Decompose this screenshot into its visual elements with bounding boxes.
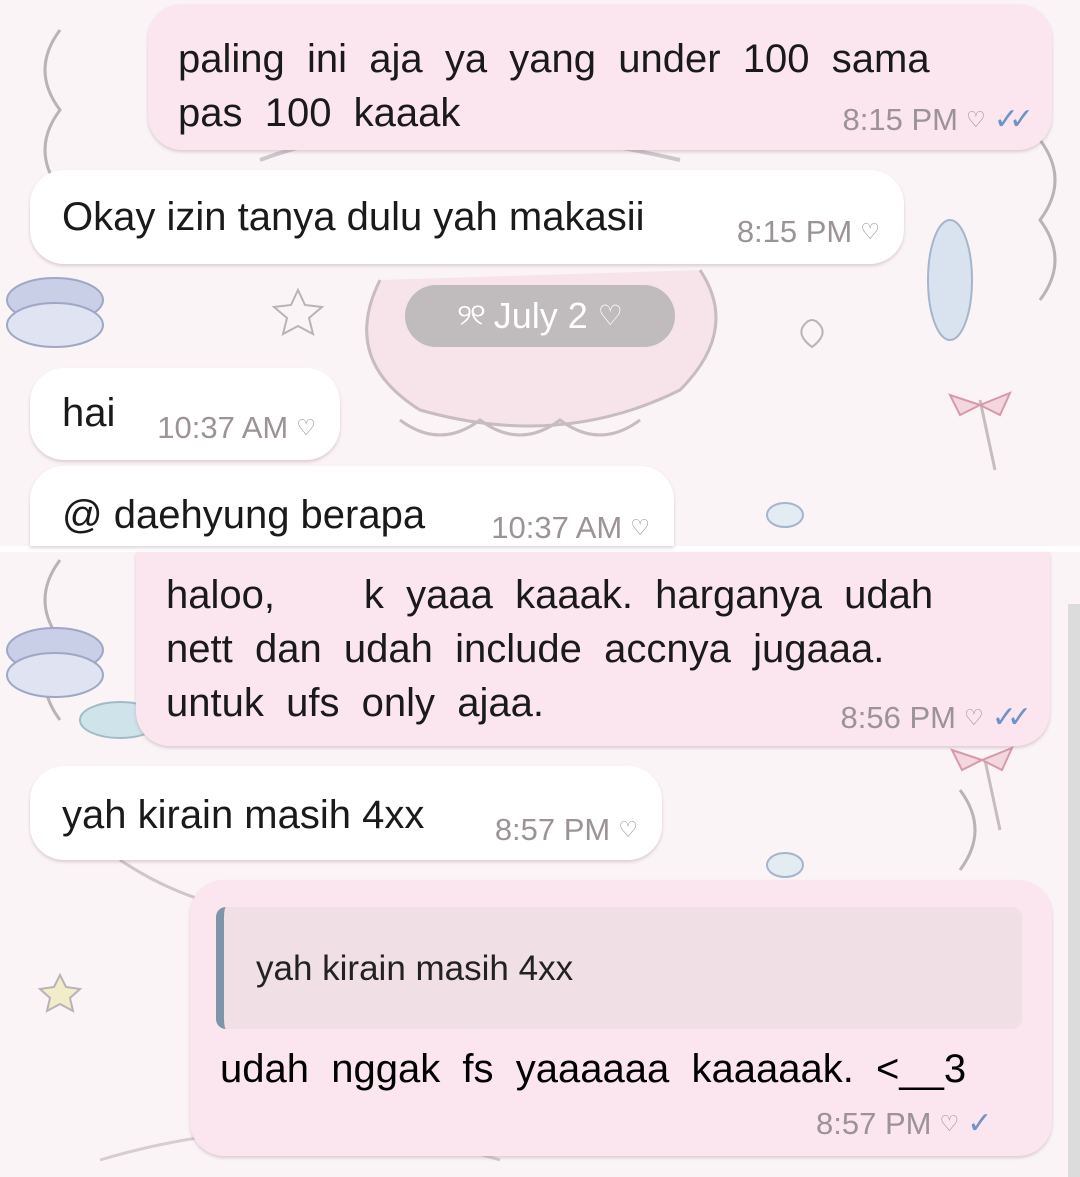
- heart-outline-icon: ♡: [618, 817, 638, 842]
- date-separator-label: July 2: [493, 295, 588, 336]
- message-bubble-outgoing[interactable]: paling ini aja ya yang under 100 sama pa…: [148, 4, 1052, 150]
- message-timestamp: 8:15 PM: [842, 102, 958, 137]
- reply-quote-text: yah kirain masih 4xx: [256, 949, 574, 988]
- double-check-icon: ✓✓: [991, 701, 1032, 734]
- message-text-line: nett dan udah include accnya jugaaa.: [166, 627, 885, 671]
- message-bubble-incoming[interactable]: yah kirain masih 4xx 8:57 PM ♡: [30, 766, 662, 860]
- double-check-icon: ✓✓: [993, 103, 1034, 136]
- message-meta: 8:56 PM ♡ ✓✓: [840, 700, 1033, 736]
- reply-quote[interactable]: yah kirain masih 4xx: [216, 907, 1022, 1029]
- message-meta: 8:15 PM ♡ ✓✓: [842, 102, 1035, 138]
- heart-icon: ♡: [597, 300, 623, 331]
- single-check-icon: ✓: [967, 1107, 993, 1140]
- message-meta: 8:57 PM ♡: [495, 812, 638, 848]
- date-separator-chip: ୨୧ July 2 ♡: [405, 285, 675, 347]
- heart-outline-icon: ♡: [296, 415, 316, 440]
- message-timestamp: 8:57 PM: [494, 812, 611, 847]
- heart-outline-icon: ♡: [860, 219, 880, 244]
- message-text-line: @ daehyung berapa: [62, 493, 426, 537]
- message-text-line: pas 100 kaaak: [178, 91, 461, 135]
- scrollbar[interactable]: [1068, 604, 1080, 1177]
- heart-outline-icon: ♡: [630, 515, 650, 540]
- message-meta: 8:57 PM ♡ ✓: [816, 1106, 992, 1142]
- heart-outline-icon: ♡: [939, 1111, 960, 1136]
- message-timestamp: 10:37 AM: [157, 410, 289, 445]
- message-bubble-incoming[interactable]: @ daehyung berapa 10:37 AM ♡: [30, 466, 674, 546]
- message-text-line: hai: [62, 391, 116, 435]
- message-text-line: untuk ufs only ajaa.: [166, 681, 545, 725]
- message-meta: 10:37 AM ♡: [491, 510, 650, 546]
- message-meta: 8:15 PM ♡: [737, 214, 880, 250]
- message-timestamp: 8:15 PM: [736, 214, 853, 249]
- message-text-line: Okay izin tanya dulu yah makasii: [62, 195, 645, 239]
- message-timestamp: 8:57 PM: [816, 1106, 932, 1141]
- message-timestamp: 10:37 AM: [491, 510, 623, 545]
- message-bubble-outgoing[interactable]: haloo, k yaaa kaaak. harganya udah nett …: [136, 552, 1050, 746]
- message-bubble-incoming[interactable]: Okay izin tanya dulu yah makasii 8:15 PM…: [30, 170, 904, 264]
- message-timestamp: 8:56 PM: [840, 700, 956, 735]
- message-text-line: udah nggak fs yaaaaaa kaaaaak. <__3: [220, 1047, 967, 1091]
- message-text-line: haloo, k yaaa kaaak. harganya udah: [166, 573, 934, 617]
- ribbon-deco-icon: ୨୧: [457, 299, 486, 332]
- message-text-line: yah kirain masih 4xx: [62, 793, 425, 837]
- message-text-line: paling ini aja ya yang under 100 sama: [178, 37, 930, 81]
- message-meta: 10:37 AM ♡: [157, 410, 316, 446]
- heart-outline-icon: ♡: [963, 705, 984, 730]
- heart-outline-icon: ♡: [965, 107, 986, 132]
- message-bubble-incoming[interactable]: hai 10:37 AM ♡: [30, 368, 340, 460]
